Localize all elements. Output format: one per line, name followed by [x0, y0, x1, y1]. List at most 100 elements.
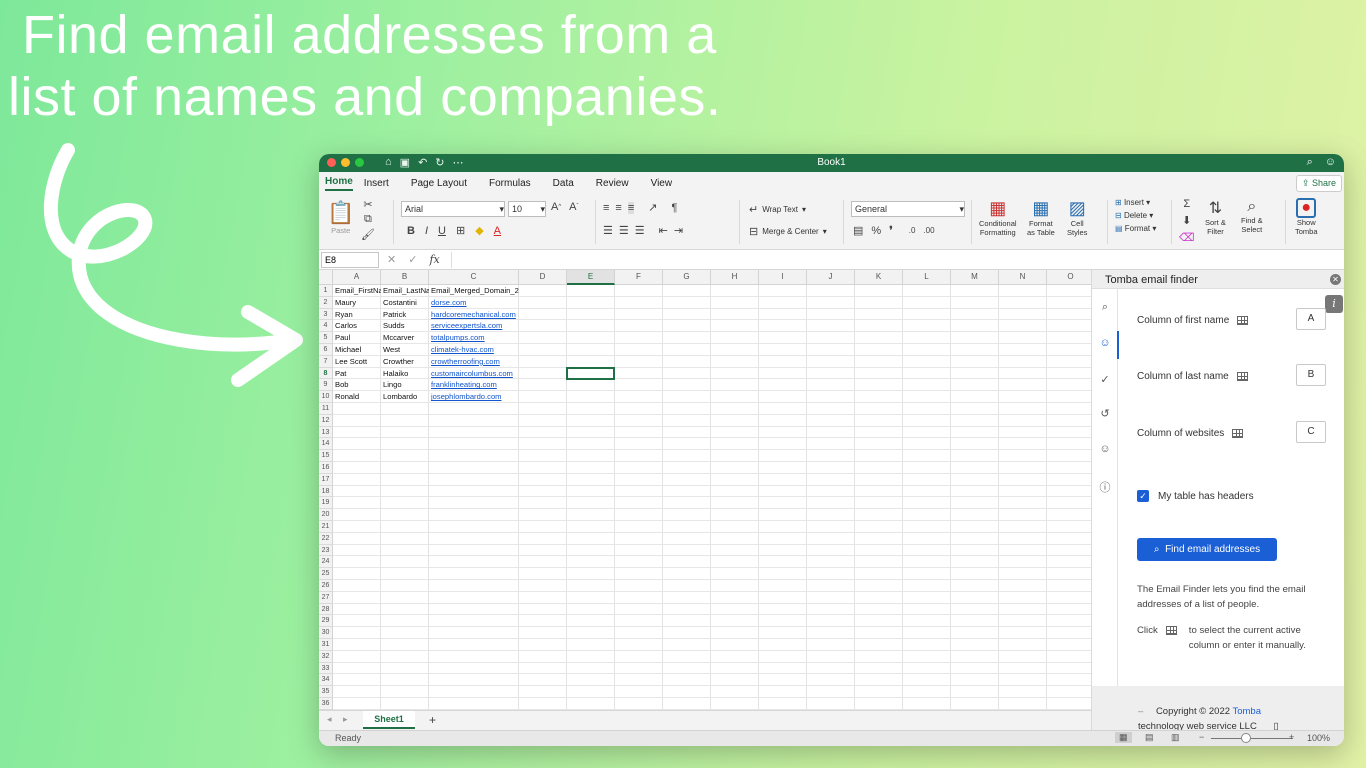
paste-button[interactable]: 📋 Paste — [327, 200, 354, 235]
italic-button[interactable]: I — [425, 225, 428, 237]
row-header[interactable]: 18 — [319, 485, 333, 498]
row-header[interactable]: 22 — [319, 532, 333, 545]
table-cell[interactable]: Patrick — [381, 309, 429, 320]
domain-cell[interactable]: customaircolumbus.com — [429, 368, 519, 379]
select-column-icon[interactable] — [1237, 316, 1249, 325]
table-cell[interactable]: Paul — [333, 332, 381, 343]
domain-cell[interactable]: serviceexpertsla.com — [429, 320, 519, 331]
table-cell[interactable]: Carlos — [333, 320, 381, 331]
header-cell[interactable]: Email_LastName — [381, 285, 429, 296]
table-cell[interactable]: Michael — [333, 344, 381, 355]
normal-view-icon[interactable]: ▦ — [1115, 732, 1132, 743]
history-icon[interactable]: ↺ — [1097, 407, 1113, 423]
borders-icon[interactable]: ⊞ — [456, 224, 465, 237]
row-header[interactable]: 21 — [319, 521, 333, 533]
table-cell[interactable]: Pat — [333, 368, 381, 379]
info-badge-icon[interactable]: i — [1325, 295, 1343, 313]
formula-input[interactable] — [451, 252, 1344, 268]
column-header-h[interactable]: H — [711, 270, 759, 285]
page-layout-view-icon[interactable]: ▤ — [1145, 732, 1154, 743]
row-header[interactable]: 15 — [319, 450, 333, 462]
tab-data[interactable]: Data — [553, 178, 585, 189]
table-cell[interactable]: Bob — [333, 379, 381, 390]
row-header[interactable]: 9 — [319, 379, 333, 392]
column-header-l[interactable]: L — [903, 270, 951, 285]
last-name-column-input[interactable]: B — [1296, 364, 1326, 386]
column-header-c[interactable]: C — [429, 270, 519, 285]
row-header[interactable]: 36 — [319, 698, 333, 710]
column-header-g[interactable]: G — [663, 270, 711, 285]
person-search-icon[interactable]: ☺ — [1097, 337, 1113, 353]
header-cell[interactable]: Email_Merged_Domain_2 — [429, 285, 519, 296]
row-header[interactable]: 19 — [319, 497, 333, 510]
name-box[interactable]: E8 — [321, 252, 379, 268]
tab-formulas[interactable]: Formulas — [489, 178, 542, 189]
row-header[interactable]: 32 — [319, 650, 333, 663]
format-as-table-button[interactable]: ▦ Format as Table — [1027, 198, 1055, 237]
table-cell[interactable]: Lingo — [381, 379, 429, 390]
select-all-corner[interactable] — [319, 270, 333, 285]
table-cell[interactable]: Halaiko — [381, 368, 429, 379]
percent-button[interactable]: % — [871, 225, 881, 237]
underline-button[interactable]: U — [438, 225, 446, 237]
row-header[interactable]: 31 — [319, 639, 333, 651]
bold-button[interactable]: B — [407, 225, 415, 237]
column-header-b[interactable]: B — [381, 270, 429, 285]
row-header[interactable]: 23 — [319, 544, 333, 557]
select-column-icon[interactable] — [1236, 372, 1248, 381]
insert-cells-button[interactable]: ⊞ Insert ▾ — [1115, 198, 1150, 207]
row-header[interactable]: 3 — [319, 308, 333, 321]
share-button[interactable]: ⇪ Share — [1295, 175, 1342, 192]
increase-indent-icon[interactable]: ⇥ — [674, 224, 683, 237]
tab-page-layout[interactable]: Page Layout — [411, 178, 478, 189]
domain-cell[interactable]: josephlombardo.com — [429, 391, 519, 402]
prev-sheet-icon[interactable]: ◂ — [327, 714, 332, 725]
domain-cell[interactable]: dorse.com — [429, 297, 519, 308]
add-sheet-button[interactable]: + — [429, 713, 436, 727]
row-header[interactable]: 16 — [319, 462, 333, 474]
row-header[interactable]: 29 — [319, 615, 333, 628]
sort-filter-button[interactable]: ⇅ Sort & Filter — [1205, 198, 1226, 236]
table-cell[interactable]: Lombardo — [381, 391, 429, 402]
tab-view[interactable]: View — [651, 178, 684, 189]
format-painter-icon[interactable]: 🖌 — [361, 228, 375, 241]
row-header[interactable]: 12 — [319, 414, 333, 427]
headers-checkbox-row[interactable]: ✓ My table has headers — [1137, 490, 1254, 502]
zoom-in-button[interactable]: + — [1289, 732, 1294, 742]
account-icon[interactable]: ☺ — [1325, 156, 1336, 169]
table-cell[interactable]: Ryan — [333, 309, 381, 320]
page-break-view-icon[interactable]: ▥ — [1171, 732, 1180, 743]
verify-check-icon[interactable]: ✓ — [1097, 373, 1113, 389]
row-header[interactable]: 8 — [319, 367, 333, 380]
row-header[interactable]: 11 — [319, 403, 333, 415]
row-header[interactable]: 28 — [319, 603, 333, 616]
table-cell[interactable]: Lee Scott — [333, 356, 381, 367]
domain-cell[interactable]: franklinheating.com — [429, 379, 519, 390]
align-center-icon[interactable]: ☰ — [619, 224, 629, 237]
accounting-icon[interactable]: ▤ — [853, 224, 863, 237]
column-header-d[interactable]: D — [519, 270, 567, 285]
row-header[interactable]: 5 — [319, 332, 333, 344]
column-header-k[interactable]: K — [855, 270, 903, 285]
fill-icon[interactable]: ⬇ — [1182, 214, 1191, 227]
search-icon[interactable]: ⌕ — [1097, 301, 1113, 317]
cell-styles-button[interactable]: ▨ Cell Styles — [1067, 198, 1087, 237]
tab-home[interactable]: Home — [325, 176, 353, 191]
orientation-icon[interactable]: ↗ — [648, 201, 657, 214]
autosum-icon[interactable]: Σ — [1183, 198, 1190, 210]
text-direction-icon[interactable]: ¶ — [671, 202, 677, 214]
decrease-indent-icon[interactable]: ⇤ — [659, 224, 668, 237]
table-cell[interactable]: Costantini — [381, 297, 429, 308]
domain-cell[interactable]: climatek-hvac.com — [429, 344, 519, 355]
zoom-slider-track[interactable] — [1211, 738, 1293, 739]
row-header[interactable]: 25 — [319, 568, 333, 580]
cancel-icon[interactable]: ✕ — [387, 253, 396, 266]
row-header[interactable]: 20 — [319, 509, 333, 521]
tab-review[interactable]: Review — [596, 178, 640, 189]
select-column-icon[interactable] — [1232, 429, 1244, 438]
wrap-text-button[interactable]: ↵ Wrap Text ▾ — [749, 203, 806, 216]
table-cell[interactable]: Crowther — [381, 356, 429, 367]
row-header[interactable]: 35 — [319, 686, 333, 698]
row-header[interactable]: 2 — [319, 296, 333, 309]
font-name-select[interactable]: Arial ▾ — [401, 201, 505, 217]
